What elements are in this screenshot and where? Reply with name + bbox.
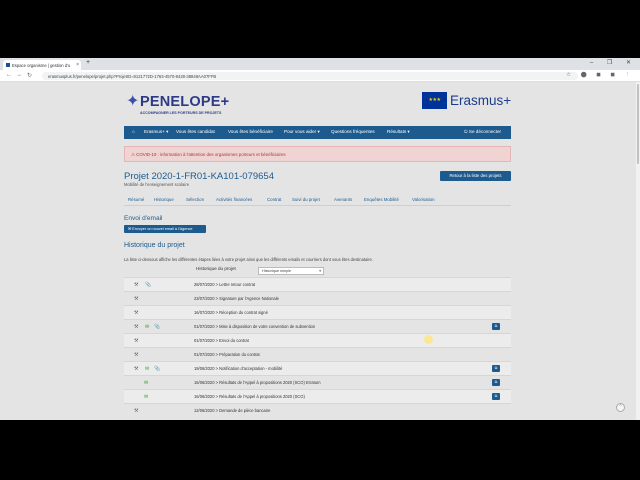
tab-activites[interactable]: Activités financées <box>216 197 252 202</box>
history-entry-text: 01/07/2020 > Mise à disposition de votre… <box>194 324 316 329</box>
history-description: La liste ci-dessous affiche les différen… <box>124 257 373 262</box>
history-section-title: Historique du projet <box>124 242 185 249</box>
history-entry-text: 16/07/2020 > Réception du contrat signé <box>194 310 268 315</box>
tools-icon: ⚒ <box>134 338 139 344</box>
history-entry-text: 19/06/2020 > Notification d'acceptation … <box>194 366 283 371</box>
tools-icon: ⚒ <box>134 310 139 316</box>
open-document-button[interactable]: ⧉ <box>492 379 500 386</box>
history-entry-text: 16/06/2020 > Résultats de l'Appel à prop… <box>194 394 305 399</box>
logo-name: PENELOPE+ <box>140 94 230 110</box>
envelope-icon[interactable]: ✉ <box>144 380 148 386</box>
history-table: ⚒ 📎 28/07/2020 > Lettre retour contrat ⚒ 23/… <box>124 277 511 417</box>
new-tab-button[interactable]: + <box>86 59 90 66</box>
reload-icon[interactable]: ↻ <box>27 72 32 79</box>
history-entry-text: 12/06/2020 > Demande de pièce bancaire <box>194 408 271 413</box>
tab-historique[interactable]: Historique <box>154 197 174 202</box>
history-entry-text: 01/07/2020 > Préparation du contrat <box>194 352 260 357</box>
logo-star-icon: ✦ <box>126 93 140 110</box>
back-icon[interactable]: ← <box>6 72 12 78</box>
tab-contrat[interactable]: Contrat <box>267 197 281 202</box>
erasmus-name: Erasmus+ <box>450 93 512 108</box>
page-title: Projet 2020-1-FR01-KA101-079654 <box>124 171 274 182</box>
email-section-title: Envoi d'email <box>124 215 163 222</box>
nav-item-erasmus[interactable]: Erasmus+ ▾ <box>144 129 168 135</box>
table-row: ⚒ ✉ 📎 19/06/2020 > Notification d'acceptati… <box>124 361 511 375</box>
logo-tagline: ACCOMPAGNER LES PORTEURS DE PROJETS <box>140 111 222 115</box>
close-tab-icon[interactable]: × <box>76 62 79 68</box>
tools-icon: ⚒ <box>134 408 139 414</box>
nav-item-beneficiaire[interactable]: Vous êtes bénéficiaire <box>228 129 273 134</box>
covid-alert[interactable]: ⚠ COVID-19 : information à l'attention d… <box>124 146 511 162</box>
history-filter-label: Historique du projet <box>196 266 236 271</box>
mouse-cursor-highlight <box>424 335 433 344</box>
envelope-icon[interactable]: ✉ <box>145 366 149 372</box>
open-document-button[interactable]: ⧉ <box>492 393 500 400</box>
tab-bar: Espace organisme | gestion d'u × + – ❐ ✕ <box>0 58 640 70</box>
send-email-button[interactable]: ✉ Envoyer un nouvel email à l'Agence <box>124 225 206 233</box>
page-content: ✦ PENELOPE+ ACCOMPAGNER LES PORTEURS DE … <box>0 82 636 420</box>
tools-icon: ⚒ <box>134 296 139 302</box>
table-row: ⚒ 01/07/2020 > Préparation du contrat <box>124 347 511 361</box>
paperclip-icon[interactable]: 📎 <box>145 282 151 288</box>
url-input[interactable]: erasmusplus.fr/penelope/projet.php?Proje… <box>42 72 578 80</box>
extensions-icons[interactable]: ☆ ⬤ ◼ ◼ ⋮ <box>566 72 634 78</box>
scrollbar[interactable] <box>636 82 640 420</box>
history-entry-text: 16/06/2020 > Résultats de l'Appel à prop… <box>194 380 321 385</box>
browser-window: Espace organisme | gestion d'u × + – ❐ ✕… <box>0 58 640 420</box>
tools-icon: ⚒ <box>134 282 139 288</box>
address-bar: ← → ↻ erasmusplus.fr/penelope/projet.php… <box>0 70 640 82</box>
tools-icon: ⚒ <box>134 352 139 358</box>
project-tabs: Résumé Historique Sélection Activités fi… <box>124 196 511 206</box>
site-header: ✦ PENELOPE+ ACCOMPAGNER LES PORTEURS DE … <box>0 82 636 126</box>
history-filter-select[interactable]: Historique simple ▾ <box>258 267 324 275</box>
history-entry-text: 23/07/2020 > Signature par l'Agence Nati… <box>194 296 279 301</box>
tab-resume[interactable]: Résumé <box>128 197 144 202</box>
paperclip-icon[interactable]: 📎 <box>154 366 160 372</box>
table-row: ⚒ ✉ 📎 01/07/2020 > Mise à disposition de vo… <box>124 319 511 333</box>
tab-valorisation[interactable]: Valorisation <box>412 197 435 202</box>
scroll-to-top-button[interactable]: ⌃ <box>616 403 625 412</box>
nav-item-resultats[interactable]: Résultats ▾ <box>387 129 410 135</box>
tab-suivi[interactable]: Suivi du projet <box>292 197 320 202</box>
table-row: ⚒ 23/07/2020 > Signature par l'Agence Nat… <box>124 291 511 305</box>
nav-item-aide[interactable]: Pour vous aider ▾ <box>284 129 320 135</box>
table-row: ✉ 16/06/2020 > Résultats de l'Appel à pro… <box>124 375 511 389</box>
scrollbar-thumb[interactable] <box>637 84 639 164</box>
history-entry-text: 28/07/2020 > Lettre retour contrat <box>194 282 256 287</box>
tab-enquetes[interactable]: Enquêtes Mobilité <box>364 197 399 202</box>
tools-icon: ⚒ <box>134 324 139 330</box>
envelope-icon[interactable]: ✉ <box>144 394 148 400</box>
tab-avenants[interactable]: Avenants <box>334 197 352 202</box>
nav-item-candidat[interactable]: Vous êtes candidat <box>176 129 215 134</box>
table-row: ⚒ 12/06/2020 > Demande de pièce bancaire <box>124 403 511 417</box>
eu-flag-icon: ★★★ <box>422 92 447 109</box>
envelope-icon[interactable]: ✉ <box>145 324 149 330</box>
project-subtitle: Mobilité de l'enseignement scolaire <box>124 182 190 187</box>
open-document-button[interactable]: ⧉ <box>492 365 500 372</box>
penelope-logo[interactable]: ✦ PENELOPE+ ACCOMPAGNER LES PORTEURS DE … <box>126 88 236 120</box>
back-to-projects-button[interactable]: Retour à la liste des projets <box>440 171 511 181</box>
window-controls[interactable]: – ❐ ✕ <box>590 59 637 66</box>
table-row: ⚒ 01/07/2020 > Envoi du contrat <box>124 333 511 347</box>
favicon-icon <box>6 63 10 67</box>
table-row: ⚒ 16/07/2020 > Réception du contrat signé <box>124 305 511 319</box>
table-row: ✉ 16/06/2020 > Résultats de l'Appel à pro… <box>124 389 511 403</box>
history-filter-value: Historique simple <box>262 269 292 273</box>
browser-tab[interactable]: Espace organisme | gestion d'u × <box>3 60 81 70</box>
history-entry-text: 01/07/2020 > Envoi du contrat <box>194 338 249 343</box>
forward-icon[interactable]: → <box>16 72 22 78</box>
tab-selection[interactable]: Sélection <box>186 197 204 202</box>
erasmus-logo: ★★★ Erasmus+ <box>422 92 512 110</box>
table-row: ⚒ 📎 28/07/2020 > Lettre retour contrat <box>124 277 511 291</box>
chevron-down-icon: ▾ <box>319 269 321 273</box>
logout-button[interactable]: ⏻ Se déconnecter <box>464 129 501 134</box>
home-icon[interactable]: ⌂ <box>132 129 135 134</box>
paperclip-icon[interactable]: 📎 <box>154 324 160 330</box>
nav-item-faq[interactable]: Questions fréquentes <box>331 129 375 134</box>
tab-title: Espace organisme | gestion d'u <box>12 63 71 68</box>
main-nav: ⌂ Erasmus+ ▾ Vous êtes candidat Vous ête… <box>124 126 511 139</box>
tools-icon: ⚒ <box>134 366 139 372</box>
open-document-button[interactable]: ⧉ <box>492 323 500 330</box>
